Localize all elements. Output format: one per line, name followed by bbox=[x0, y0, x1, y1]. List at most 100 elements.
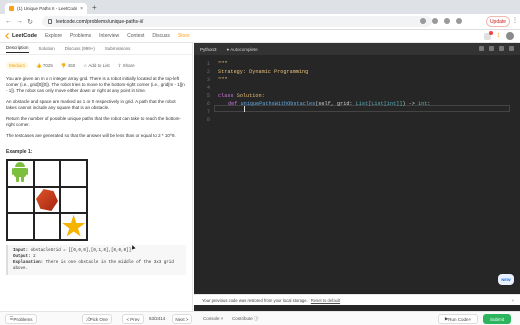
problem-content: Medium 👍 7025 👎 450 ☆ Add to List ⇪ Shar… bbox=[0, 55, 192, 279]
code-def-line: def uniquePathsWithObstacles(self, grid:… bbox=[228, 101, 430, 107]
bottom-bar: ☰ Problems ⤮ Pick One < Prev 63/2414 Nex… bbox=[0, 311, 520, 325]
leetcode-logo[interactable]: LeetCode bbox=[5, 33, 37, 39]
grid-cell-start bbox=[7, 160, 34, 187]
grid-cell-obstacle bbox=[33, 186, 61, 214]
grid-cell bbox=[33, 160, 61, 187]
notification-icon[interactable] bbox=[484, 30, 494, 40]
editor-toolbar: Python3 ● Autocomplete bbox=[194, 43, 520, 55]
browser-menu-icon[interactable]: ⋮ bbox=[512, 17, 518, 24]
problem-pane: Description Solution Discuss (999+) Subm… bbox=[0, 43, 193, 311]
browser-extension-icons bbox=[420, 18, 462, 24]
bookmark-star-icon[interactable] bbox=[432, 18, 438, 24]
problem-tabs: Description Solution Discuss (999+) Subm… bbox=[0, 43, 192, 55]
url-bar[interactable]: leetcode.com/problems/unique-paths-ii/ bbox=[42, 16, 432, 27]
add-to-list-button[interactable]: ☆ Add to List bbox=[83, 63, 109, 69]
code-colon: : bbox=[427, 101, 431, 107]
profile-icon[interactable] bbox=[456, 18, 462, 24]
back-button[interactable]: ← bbox=[5, 18, 12, 25]
contribute-label: Contribute bbox=[232, 316, 253, 321]
prev-button[interactable]: < Prev bbox=[122, 314, 144, 324]
editor-toolbar-actions bbox=[479, 46, 514, 51]
tab-solution[interactable]: Solution bbox=[39, 46, 55, 51]
share-icon[interactable] bbox=[420, 18, 426, 24]
share-button[interactable]: ⇪ Share bbox=[118, 63, 135, 69]
code-class-line: class Solution: bbox=[218, 93, 265, 99]
dislike-count: 450 bbox=[67, 62, 76, 68]
new-feature-badge[interactable]: NEW bbox=[498, 274, 514, 285]
settings-icon[interactable] bbox=[499, 46, 504, 51]
console-toggle[interactable]: Console ˄ bbox=[203, 316, 223, 321]
code-docstring-open: """ bbox=[218, 61, 228, 67]
forward-button[interactable]: → bbox=[16, 18, 23, 25]
navbar-right: 1 bbox=[484, 30, 514, 40]
leetcode-favicon-icon bbox=[9, 6, 14, 11]
tab-discuss[interactable]: Discuss (999+) bbox=[65, 46, 95, 51]
like-count: 7025 bbox=[42, 62, 53, 68]
grid-cell bbox=[7, 213, 34, 240]
problem-meta: Medium 👍 7025 👎 450 ☆ Add to List ⇪ Shar… bbox=[6, 62, 186, 69]
avatar[interactable] bbox=[506, 32, 514, 40]
problems-list-button[interactable]: ☰ Problems bbox=[5, 314, 37, 324]
nav-contest[interactable]: Contest bbox=[127, 33, 144, 39]
code-keyword: def bbox=[228, 101, 238, 107]
reset-to-default-link[interactable]: Reset to default bbox=[311, 298, 340, 303]
code-keyword: class bbox=[218, 93, 234, 99]
nav-store[interactable]: Store bbox=[178, 33, 190, 39]
line-number: 5 bbox=[206, 93, 210, 99]
nav-explore[interactable]: Explore bbox=[45, 33, 62, 39]
autocomplete-toggle[interactable]: ● Autocomplete bbox=[227, 47, 258, 52]
tab-close-icon[interactable]: × bbox=[80, 6, 83, 12]
share-label: Share bbox=[122, 62, 135, 68]
code-type: List[List[int]] bbox=[355, 101, 403, 107]
page-indicator: 63/2414 bbox=[149, 316, 166, 321]
nav-discuss[interactable]: Discuss bbox=[152, 33, 170, 39]
description-paragraph-4: The testcases are generated so that the … bbox=[6, 133, 176, 138]
example-title: Example 1: bbox=[6, 149, 33, 155]
tab-description[interactable]: Description bbox=[6, 45, 29, 53]
description-paragraph-1: You are given an m x n integer array gri… bbox=[6, 76, 185, 93]
nav-interview[interactable]: Interview bbox=[99, 33, 119, 39]
description-paragraph-2: An obstacle and space are marked as 1 or… bbox=[6, 99, 176, 110]
obstacle-rock-icon bbox=[35, 188, 58, 211]
line-number: 4 bbox=[206, 85, 210, 91]
code-class-name: Solution: bbox=[236, 93, 265, 99]
contribute-button[interactable]: Contribute ⓘ bbox=[232, 316, 259, 322]
new-tab-button[interactable]: + bbox=[92, 3, 97, 12]
reset-icon[interactable] bbox=[489, 46, 494, 51]
reload-button[interactable]: ↻ bbox=[27, 18, 33, 26]
notification-badge bbox=[489, 30, 494, 35]
problems-label: Problems bbox=[13, 316, 33, 322]
run-code-label: Run Code bbox=[448, 316, 469, 322]
browser-tab[interactable]: (1) Unique Paths II - LeetCode × bbox=[5, 3, 87, 14]
line-number: 1 bbox=[206, 61, 210, 67]
info-icon[interactable] bbox=[479, 46, 484, 51]
run-code-button[interactable]: ▶ Run Code ˄ bbox=[438, 314, 478, 324]
leetcode-navbar: LeetCode Explore Problems Interview Cont… bbox=[0, 30, 520, 43]
code-editor-pane: Python3 ● Autocomplete 1 2 3 4 5 6 7 8 "… bbox=[194, 43, 520, 311]
language-select[interactable]: Python3 bbox=[200, 47, 217, 52]
input-label: Input: bbox=[13, 249, 29, 253]
url-text[interactable]: leetcode.com/problems/unique-paths-ii/ bbox=[56, 19, 143, 25]
restore-notice: Your previous code was restored from you… bbox=[194, 294, 520, 305]
streak-count[interactable]: 1 bbox=[497, 33, 500, 39]
code-params: (self, grid: bbox=[315, 101, 356, 107]
fullscreen-icon[interactable] bbox=[509, 46, 514, 51]
extension-icon[interactable] bbox=[444, 18, 450, 24]
autocomplete-label: Autocomplete bbox=[230, 46, 258, 52]
finish-star-icon bbox=[62, 214, 86, 237]
pick-one-button[interactable]: ⤮ Pick One bbox=[82, 314, 112, 324]
grid-cell-finish bbox=[60, 213, 87, 240]
output-label: Output: bbox=[13, 255, 31, 259]
tab-submissions[interactable]: Submissions bbox=[105, 46, 131, 51]
next-button[interactable]: Next > bbox=[172, 314, 192, 324]
close-notice-icon[interactable]: × bbox=[512, 298, 514, 303]
nav-problems[interactable]: Problems bbox=[70, 33, 91, 39]
like-button[interactable]: 👍 7025 bbox=[36, 63, 53, 69]
line-number: 7 bbox=[206, 109, 210, 115]
update-button[interactable]: Update bbox=[486, 16, 510, 27]
lock-icon bbox=[48, 19, 52, 24]
code-area[interactable]: 1 2 3 4 5 6 7 8 """ Strategy: Dynamic Pr… bbox=[194, 57, 520, 237]
submit-button[interactable]: Submit bbox=[483, 314, 511, 324]
dislike-button[interactable]: 👎 450 bbox=[61, 63, 75, 69]
leetcode-logo-icon bbox=[5, 33, 9, 39]
